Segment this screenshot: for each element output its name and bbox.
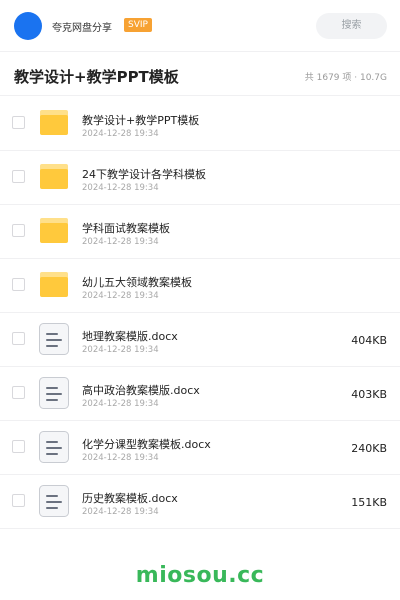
select-checkbox[interactable] [12, 224, 25, 237]
file-row[interactable]: 地理教案模版.docx 2024-12-28 19:34 404KB [0, 313, 400, 367]
folder-row[interactable]: 幼儿五大领域教案模板 2024-12-28 19:34 [0, 259, 400, 313]
file-row[interactable]: 化学分课型教案模板.docx 2024-12-28 19:34 240KB [0, 421, 400, 475]
document-icon [38, 377, 70, 409]
page-title: 教学设计+教学PPT模板 [14, 68, 179, 86]
file-name: 幼儿五大领域教案模板 [82, 276, 192, 289]
select-checkbox[interactable] [12, 170, 25, 183]
file-date: 2024-12-28 19:34 [82, 453, 159, 463]
select-checkbox[interactable] [12, 116, 25, 129]
user-name[interactable]: 夸克网盘分享 [52, 19, 112, 34]
file-date: 2024-12-28 19:34 [82, 129, 159, 139]
folder-row[interactable]: 24下教学设计各学科模板 2024-12-28 19:34 [0, 151, 400, 205]
select-checkbox[interactable] [12, 440, 25, 453]
file-name: 教学设计+教学PPT模板 [82, 114, 200, 127]
file-date: 2024-12-28 19:34 [82, 399, 159, 409]
folder-icon [38, 107, 70, 139]
document-icon [38, 485, 70, 517]
file-size: 151KB [351, 496, 387, 509]
svip-badge: SVIP [124, 18, 152, 32]
file-name: 地理教案模版.docx [82, 330, 178, 343]
document-icon [38, 431, 70, 463]
file-name: 化学分课型教案模板.docx [82, 438, 211, 451]
search-input[interactable]: 搜索 [316, 13, 387, 39]
folder-icon [38, 215, 70, 247]
folder-header: 教学设计+教学PPT模板 共 1679 项 · 10.7G [0, 54, 400, 96]
file-date: 2024-12-28 19:34 [82, 345, 159, 355]
file-name: 历史教案模板.docx [82, 492, 178, 505]
file-date: 2024-12-28 19:34 [82, 237, 159, 247]
file-row[interactable]: 历史教案模板.docx 2024-12-28 19:34 151KB [0, 475, 400, 529]
select-checkbox[interactable] [12, 386, 25, 399]
file-size: 403KB [351, 388, 387, 401]
folder-row[interactable]: 学科面试教案模板 2024-12-28 19:34 [0, 205, 400, 259]
folder-row[interactable]: 教学设计+教学PPT模板 2024-12-28 19:34 [0, 97, 400, 151]
select-checkbox[interactable] [12, 494, 25, 507]
file-name: 高中政治教案模版.docx [82, 384, 200, 397]
folder-icon [38, 161, 70, 193]
watermark: miosou.cc [135, 563, 265, 588]
file-size: 404KB [351, 334, 387, 347]
file-date: 2024-12-28 19:34 [82, 183, 159, 193]
document-icon [38, 323, 70, 355]
avatar[interactable] [14, 12, 42, 40]
select-checkbox[interactable] [12, 278, 25, 291]
select-checkbox[interactable] [12, 332, 25, 345]
folder-icon [38, 269, 70, 301]
file-date: 2024-12-28 19:34 [82, 507, 159, 517]
file-row[interactable]: 高中政治教案模版.docx 2024-12-28 19:34 403KB [0, 367, 400, 421]
file-name: 学科面试教案模板 [82, 222, 170, 235]
file-name: 24下教学设计各学科模板 [82, 168, 206, 181]
folder-meta: 共 1679 项 · 10.7G [304, 73, 387, 83]
file-size: 240KB [351, 442, 387, 455]
file-list: 教学设计+教学PPT模板 2024-12-28 19:34 24下教学设计各学科模板… [0, 97, 400, 529]
top-bar: 夸克网盘分享 SVIP 搜索 [0, 0, 400, 52]
file-date: 2024-12-28 19:34 [82, 291, 159, 301]
